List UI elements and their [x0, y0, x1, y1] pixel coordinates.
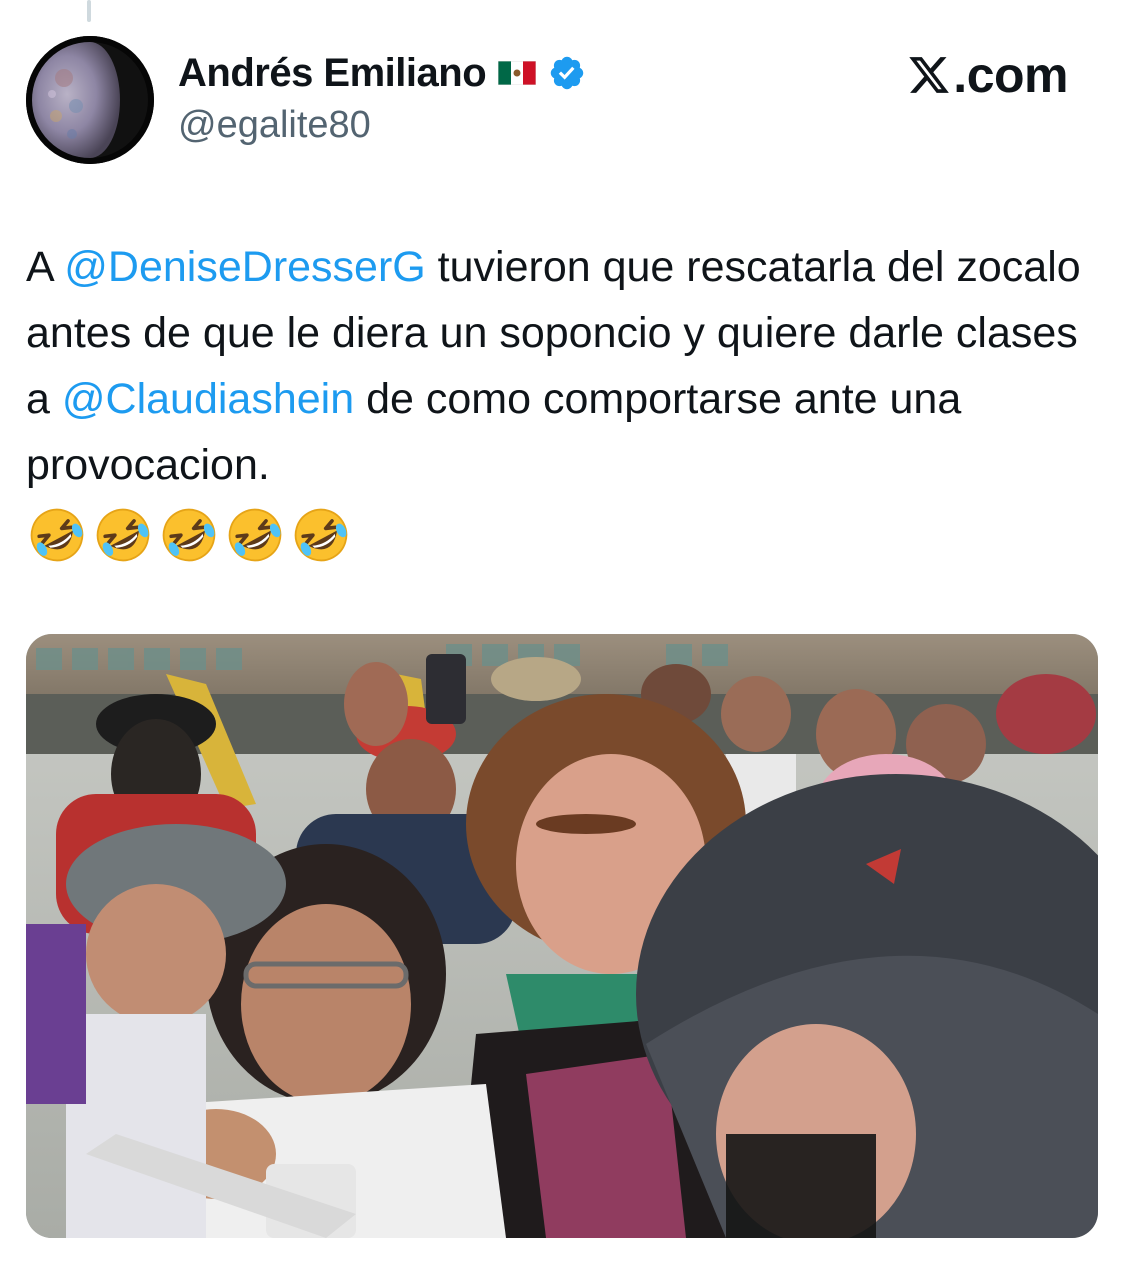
rolling-on-floor-laughing-emoji-icon — [30, 508, 84, 562]
rolling-on-floor-laughing-emoji-icon — [162, 508, 216, 562]
rolling-on-floor-laughing-emoji-icon — [294, 508, 348, 562]
brand-label: .com — [953, 47, 1068, 103]
thread-connector-line — [87, 0, 91, 22]
verified-badge-icon — [550, 56, 584, 90]
author-display-name[interactable]: Andrés Emiliano — [178, 51, 487, 96]
crowd-photo — [26, 634, 1098, 1238]
tweet-text-segment: A — [26, 243, 65, 291]
mention-link[interactable]: @DeniseDresserG — [64, 243, 425, 291]
tweet-photo[interactable] — [26, 634, 1098, 1238]
emoji-row — [28, 506, 350, 564]
author-avatar[interactable] — [26, 36, 154, 164]
rolling-on-floor-laughing-emoji-icon — [228, 508, 282, 562]
author-handle[interactable]: @egalite80 — [178, 104, 371, 147]
x-com-brand: .com — [907, 46, 1068, 104]
tweet-body: A @DeniseDresserG tuvieron que rescatarl… — [26, 234, 1106, 498]
author-name-row: Andrés Emiliano — [178, 48, 586, 98]
mention-link[interactable]: @Claudiashein — [62, 375, 354, 423]
rolling-on-floor-laughing-emoji-icon — [96, 508, 150, 562]
moon-avatar-icon — [26, 36, 154, 164]
mexico-flag-icon — [498, 61, 537, 85]
x-logo-icon — [909, 57, 950, 93]
